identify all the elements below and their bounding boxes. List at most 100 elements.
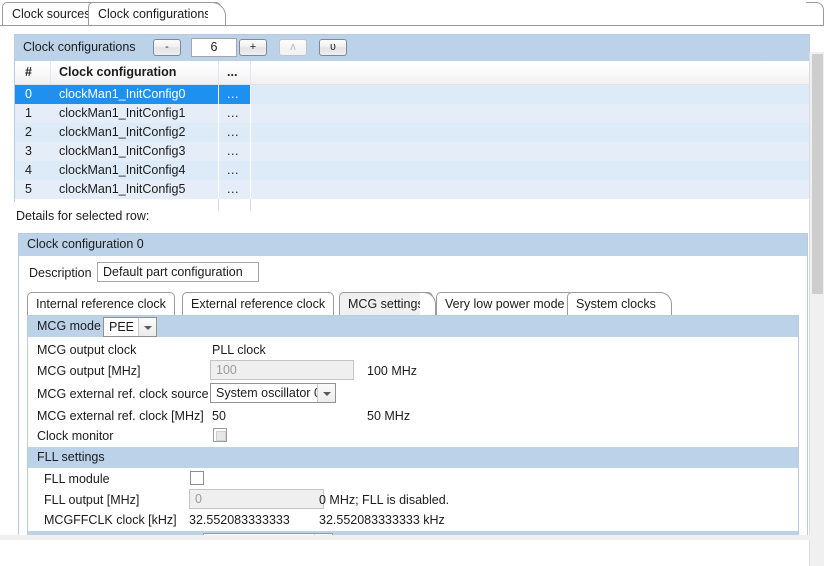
tab-clock-configurations[interactable]: Clock configurations <box>88 2 221 26</box>
fll-output-label: FLL output [MHz] <box>44 493 139 507</box>
description-label: Description <box>29 266 92 280</box>
table-header-row: # Clock configuration ... <box>15 61 809 85</box>
tab-clock-sources[interactable]: Clock sources <box>2 2 101 26</box>
mcg-mode-value: PEE <box>109 319 134 336</box>
mcg-external-ref-source-value: System oscillator 0 <box>216 385 321 402</box>
tab-mcg-settings-cap <box>420 292 436 315</box>
table-row[interactable]: 4 clockMan1_InitConfig4 ... <box>15 161 809 180</box>
table-row[interactable]: 5 clockMan1_InitConfig5 ... <box>15 180 809 199</box>
cell-name: clockMan1_InitConfig0 <box>51 85 219 104</box>
cell-more-button[interactable]: ... <box>219 123 251 142</box>
table-row[interactable]: 2 clockMan1_InitConfig2 ... <box>15 123 809 142</box>
mcg-mode-label: MCG mode <box>37 319 101 333</box>
cell-index: 0 <box>15 85 51 104</box>
cell-more-button[interactable]: ... <box>219 104 251 123</box>
clock-configurations-header: Clock configurations - 6 + ʌ ʋ <box>15 35 809 61</box>
table-row[interactable]: 3 clockMan1_InitConfig3 ... <box>15 142 809 161</box>
mcg-mode-combo[interactable]: PEE <box>103 317 157 337</box>
details-panel-title: Clock configuration 0 <box>27 237 144 251</box>
move-up-button[interactable]: ʌ <box>279 39 307 56</box>
cell-more-button[interactable]: ... <box>219 161 251 180</box>
mcgffclk-label: MCGFFCLK clock [kHz] <box>44 513 177 527</box>
cell-more-button[interactable]: ... <box>219 142 251 161</box>
mcg-external-ref-clock-label: MCG external ref. clock [MHz] <box>37 409 204 423</box>
cell-name: clockMan1_InitConfig4 <box>51 161 219 180</box>
clock-configurations-panel: Clock configurations - 6 + ʌ ʋ # Clock c… <box>14 34 810 202</box>
table-row[interactable]: 0 clockMan1_InitConfig0 ... <box>15 85 809 104</box>
clock-configurations-table: # Clock configuration ... 0 clockMan1_In… <box>15 61 809 211</box>
cell-more-button[interactable]: ... <box>219 180 251 199</box>
outer-tab-panel: Clock configurations - 6 + ʌ ʋ # Clock c… <box>0 25 824 540</box>
tab-very-low-power-mode-label: Very low power mode <box>445 297 565 311</box>
fll-settings-title: FLL settings <box>37 450 105 464</box>
details-label: Details for selected row: <box>16 209 149 223</box>
fll-output-suffix: 0 MHz; FLL is disabled. <box>319 493 449 507</box>
cell-spacer <box>251 161 809 180</box>
tab-clock-configurations-label: Clock configurations <box>98 7 211 21</box>
fll-output-input[interactable]: 0 <box>189 489 324 509</box>
cell-name: clockMan1_InitConfig3 <box>51 142 219 161</box>
mcg-external-ref-source-combo[interactable]: System oscillator 0 <box>210 383 336 403</box>
column-header-more[interactable]: ... <box>219 61 251 84</box>
tab-external-reference-clock[interactable]: External reference clock <box>182 292 334 315</box>
clock-monitor-label: Clock monitor <box>37 429 113 443</box>
column-header-name[interactable]: Clock configuration <box>51 61 219 84</box>
clock-monitor-checkbox[interactable] <box>213 428 227 442</box>
column-header-index[interactable]: # <box>15 61 51 84</box>
tab-system-clocks-label: System clocks <box>576 297 656 311</box>
cell-name: clockMan1_InitConfig5 <box>51 180 219 199</box>
mcg-output-mhz-suffix: 100 MHz <box>367 364 417 378</box>
mcg-external-ref-clock-value[interactable]: 50 <box>212 409 226 423</box>
tab-clock-sources-label: Clock sources <box>12 7 91 21</box>
chevron-down-icon[interactable] <box>138 318 156 336</box>
outer-tab-strip: Clock sources Clock configurations <box>0 0 824 26</box>
tab-external-reference-clock-label: External reference clock <box>191 297 325 311</box>
tab-strip-end-cap <box>208 2 226 27</box>
chevron-down-icon[interactable] <box>317 384 335 402</box>
mcgffclk-value: 32.552083333333 <box>189 513 290 527</box>
tab-mcg-settings-label: MCG settings <box>348 297 424 311</box>
configuration-count-input[interactable]: 6 <box>191 38 237 57</box>
table-row[interactable]: 1 clockMan1_InitConfig1 ... <box>15 104 809 123</box>
horizontal-scrollbar[interactable] <box>0 535 824 540</box>
fll-settings-band: FLL settings <box>28 447 798 468</box>
move-down-button[interactable]: ʋ <box>319 39 347 56</box>
cell-index: 5 <box>15 180 51 199</box>
cell-index: 2 <box>15 123 51 142</box>
cell-more-button[interactable]: ... <box>219 85 251 104</box>
tab-mcg-settings[interactable]: MCG settings <box>339 292 433 315</box>
add-configuration-button[interactable]: + <box>239 39 267 56</box>
column-header-spacer[interactable] <box>251 61 809 84</box>
cell-spacer <box>251 142 809 161</box>
remove-configuration-button[interactable]: - <box>153 39 181 56</box>
cell-spacer <box>251 180 809 199</box>
vertical-scrollbar-thumb[interactable] <box>812 54 823 294</box>
mcg-external-ref-source-label: MCG external ref. clock source <box>37 387 209 401</box>
tab-very-low-power-mode[interactable]: Very low power mode <box>436 292 574 315</box>
tab-internal-reference-clock[interactable]: Internal reference clock <box>27 292 175 315</box>
tab-internal-reference-clock-label: Internal reference clock <box>36 297 166 311</box>
mcgffclk-suffix: 32.552083333333 kHz <box>319 513 445 527</box>
tab-system-clocks[interactable]: System clocks <box>567 292 665 315</box>
tab-strip-inner-cap <box>656 292 672 315</box>
cell-spacer <box>251 123 809 142</box>
cell-name: clockMan1_InitConfig1 <box>51 104 219 123</box>
tab-strip-right-cap <box>806 2 824 27</box>
cell-index: 4 <box>15 161 51 180</box>
vertical-scrollbar[interactable] <box>809 52 824 566</box>
mcg-output-mhz-input[interactable]: 100 <box>210 360 354 380</box>
mcg-output-mhz-label: MCG output [MHz] <box>37 364 141 378</box>
mcg-output-clock-value: PLL clock <box>212 343 266 357</box>
cell-spacer <box>251 104 809 123</box>
description-input[interactable]: Default part configuration <box>97 262 259 282</box>
fll-module-label: FLL module <box>44 472 110 486</box>
cell-index: 1 <box>15 104 51 123</box>
clock-configurations-title: Clock configurations <box>23 40 136 54</box>
mcg-mode-band: MCG mode PEE <box>28 316 798 337</box>
cell-index: 3 <box>15 142 51 161</box>
fll-module-checkbox[interactable] <box>190 471 204 485</box>
details-panel-header: Clock configuration 0 <box>19 234 807 256</box>
details-panel: Clock configuration 0 Description Defaul… <box>18 233 808 536</box>
details-tab-strip: Internal reference clock External refere… <box>27 292 799 315</box>
cell-name: clockMan1_InitConfig2 <box>51 123 219 142</box>
